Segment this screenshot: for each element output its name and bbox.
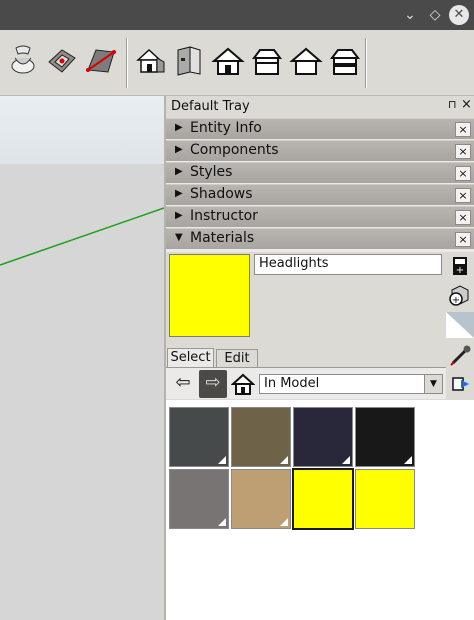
panel-label: Entity Info bbox=[190, 120, 262, 136]
toolbar-separator bbox=[365, 38, 367, 88]
collection-value: In Model bbox=[264, 376, 320, 391]
panel-components[interactable]: ▶ Components × bbox=[166, 140, 474, 161]
paint-bucket-icon[interactable] bbox=[447, 370, 473, 396]
create-material-icon[interactable]: + bbox=[452, 256, 468, 276]
tab-edit[interactable]: Edit bbox=[216, 349, 258, 367]
panel-close-button[interactable]: × bbox=[455, 166, 471, 181]
sandbox-drape-icon[interactable] bbox=[6, 44, 40, 78]
toolbar-separator bbox=[126, 38, 128, 88]
material-swatch[interactable] bbox=[169, 469, 229, 529]
material-swatch[interactable] bbox=[355, 469, 415, 529]
material-name-input[interactable]: Headlights bbox=[254, 254, 442, 275]
material-swatch[interactable] bbox=[293, 407, 353, 467]
panel-instructor[interactable]: ▶ Instructor × bbox=[166, 206, 474, 227]
forward-button[interactable]: ⇨ bbox=[199, 370, 227, 398]
panel-label: Materials bbox=[190, 230, 255, 246]
collapse-arrow-icon: ▶ bbox=[175, 166, 183, 177]
panel-shadows[interactable]: ▶ Shadows × bbox=[166, 184, 474, 205]
toolbar bbox=[0, 30, 474, 96]
panel-close-button[interactable]: × bbox=[455, 188, 471, 203]
warehouse-3d-icon[interactable] bbox=[134, 44, 168, 78]
panel-label: Instructor bbox=[190, 208, 258, 224]
collapse-arrow-icon: ▶ bbox=[175, 122, 183, 133]
current-material-swatch bbox=[169, 254, 250, 337]
panel-close-button[interactable]: × bbox=[455, 210, 471, 225]
panel-close-button[interactable]: × bbox=[455, 232, 471, 247]
default-tray: Default Tray ⊓ × ▶ Entity Info × ▶ Compo… bbox=[164, 96, 474, 620]
tray-header: Default Tray ⊓ × bbox=[166, 96, 474, 118]
house-roof-icon[interactable] bbox=[250, 44, 284, 78]
panel-label: Styles bbox=[190, 164, 233, 180]
green-axis-line bbox=[0, 207, 164, 266]
panel-close-button[interactable]: × bbox=[455, 144, 471, 159]
eyedropper-icon[interactable] bbox=[447, 343, 473, 369]
panel-label: Shadows bbox=[190, 186, 253, 202]
add-to-model-icon[interactable]: + bbox=[448, 284, 470, 306]
svg-text:+: + bbox=[456, 265, 464, 276]
materials-panel: Headlights + + Select Edit ⇦ ⇨ In Model … bbox=[166, 252, 474, 620]
maximize-button[interactable]: ◇ bbox=[426, 6, 444, 24]
panel-label: Components bbox=[190, 142, 279, 158]
modeling-viewport[interactable] bbox=[0, 96, 164, 620]
home-icon[interactable] bbox=[230, 372, 256, 396]
sandbox-stamp-icon[interactable] bbox=[45, 44, 79, 78]
sandbox-flip-edge-icon[interactable] bbox=[84, 44, 118, 78]
material-swatch-grid bbox=[166, 400, 474, 620]
material-swatch[interactable] bbox=[355, 407, 415, 467]
house-share-icon[interactable] bbox=[328, 44, 362, 78]
minimize-button[interactable]: ⌄ bbox=[401, 6, 419, 24]
svg-text:+: + bbox=[452, 295, 460, 306]
extension-warehouse-icon[interactable] bbox=[172, 44, 206, 78]
panel-materials[interactable]: ▼ Materials × bbox=[166, 228, 474, 249]
house-outline-icon[interactable] bbox=[289, 44, 323, 78]
pin-icon[interactable]: ⊓ bbox=[448, 98, 457, 111]
collapse-arrow-icon: ▶ bbox=[175, 144, 183, 155]
materials-nav: ⇦ ⇨ In Model ▼ bbox=[166, 367, 446, 399]
title-bar: ⌄ ◇ ✕ bbox=[0, 0, 474, 30]
tray-close-button[interactable]: × bbox=[461, 97, 472, 112]
panel-styles[interactable]: ▶ Styles × bbox=[166, 162, 474, 183]
expand-arrow-icon: ▼ bbox=[175, 232, 183, 243]
sample-paint-icon[interactable] bbox=[446, 312, 474, 338]
close-button[interactable]: ✕ bbox=[449, 5, 469, 25]
tab-select[interactable]: Select bbox=[167, 348, 214, 367]
material-swatch-selected[interactable] bbox=[292, 468, 354, 530]
chevron-down-icon[interactable]: ▼ bbox=[424, 375, 442, 393]
collapse-arrow-icon: ▶ bbox=[175, 210, 183, 221]
panel-entity-info[interactable]: ▶ Entity Info × bbox=[166, 118, 474, 139]
material-swatch[interactable] bbox=[231, 469, 291, 529]
collection-dropdown[interactable]: In Model ▼ bbox=[259, 374, 443, 394]
house-icon[interactable] bbox=[211, 44, 245, 78]
tray-title: Default Tray bbox=[171, 99, 250, 114]
material-swatch[interactable] bbox=[169, 407, 229, 467]
material-swatch[interactable] bbox=[231, 407, 291, 467]
back-button[interactable]: ⇦ bbox=[171, 372, 195, 396]
panel-close-button[interactable]: × bbox=[455, 122, 471, 137]
collapse-arrow-icon: ▶ bbox=[175, 188, 183, 199]
